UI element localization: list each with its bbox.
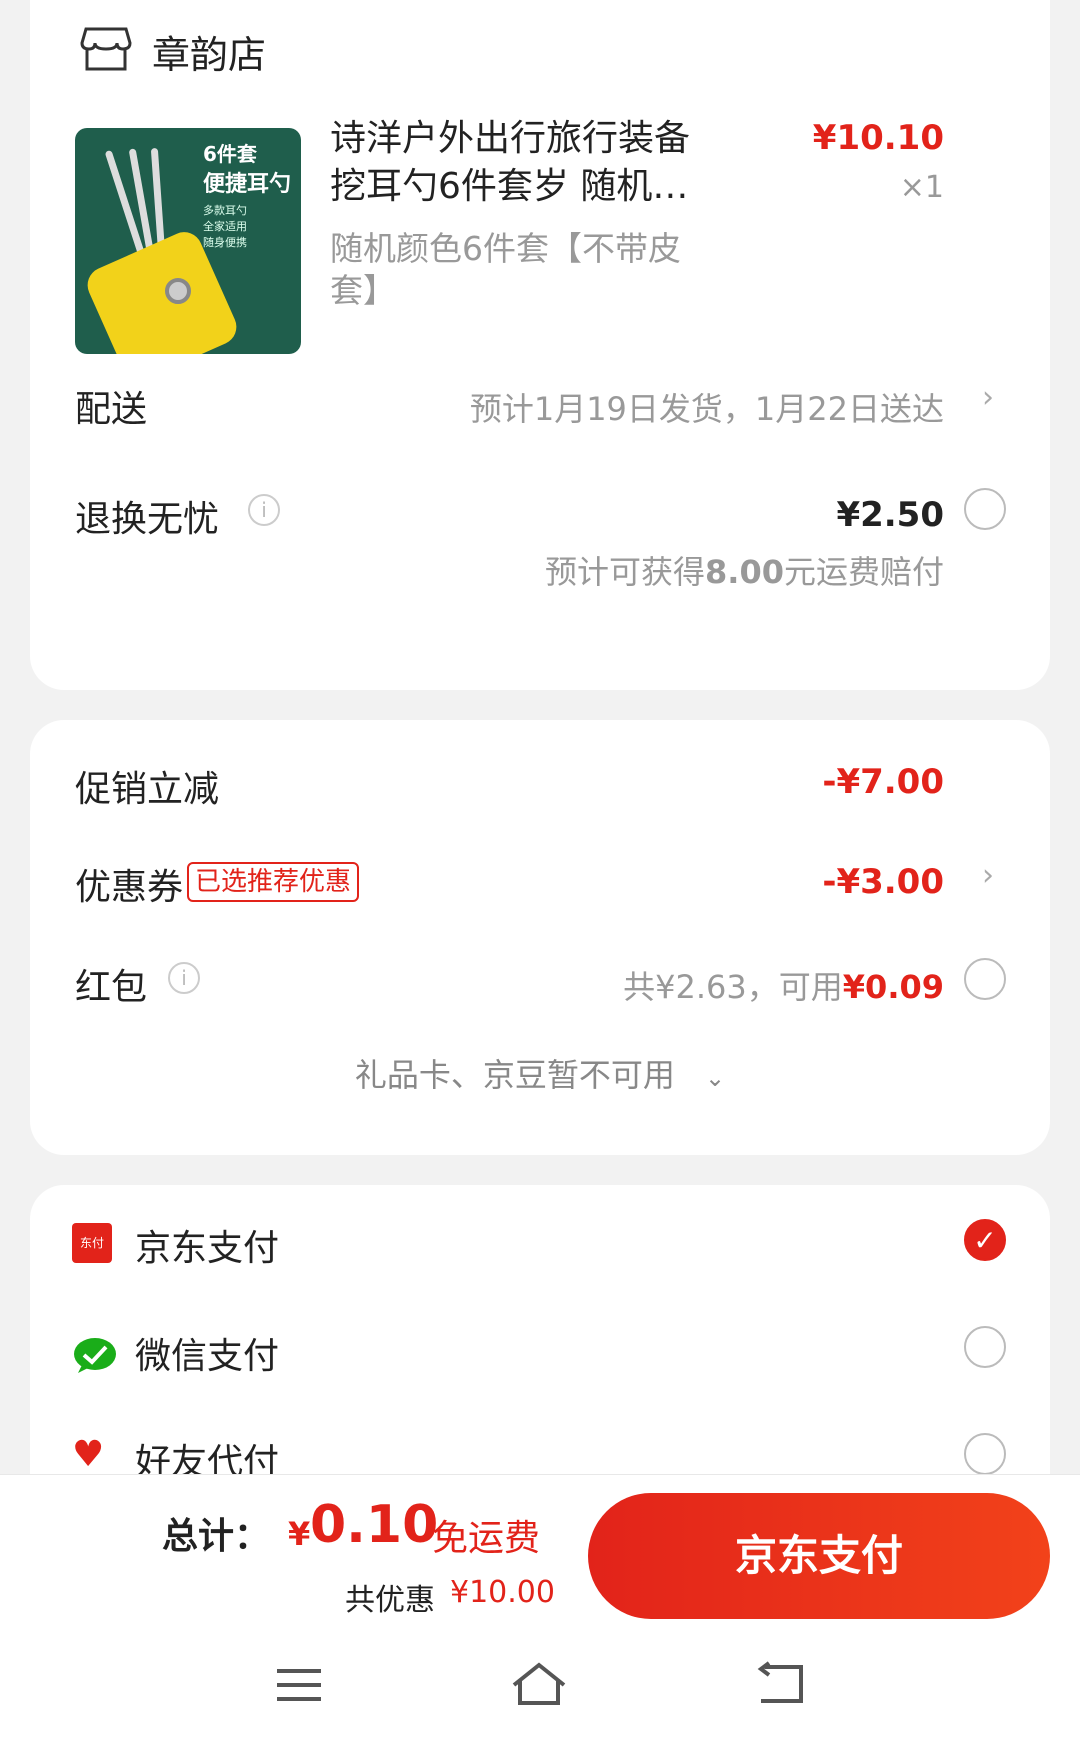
delivery-estimate[interactable]: 预计1月19日发货，1月22日送达 bbox=[470, 384, 944, 430]
return-service-label: 退换无忧 bbox=[75, 499, 220, 540]
note-suffix: 元运费赔付 bbox=[783, 553, 944, 591]
total-label: 总计： bbox=[162, 1516, 271, 1557]
promo-label: 促销立减 bbox=[75, 769, 220, 810]
payment-radio-jd[interactable]: ✓ bbox=[964, 1219, 1006, 1261]
note-amount: 8.00 bbox=[705, 553, 784, 591]
image-count-text: 6件套 bbox=[203, 142, 257, 166]
discount-card: 促销立减 -¥7.00 优惠券 已选推荐优惠 -¥3.00 › 红包 i 共¥2… bbox=[30, 720, 1050, 1155]
redpacket-total: 共¥2.63，可用 bbox=[623, 968, 843, 1006]
payment-method-label[interactable]: 京东支付 bbox=[135, 1219, 279, 1271]
return-service-note: 预计可获得8.00元运费赔付 bbox=[545, 547, 944, 593]
coupon-label: 优惠券 bbox=[75, 867, 184, 908]
total-currency: ¥ bbox=[288, 1515, 311, 1553]
chevron-down-icon: ⌄ bbox=[705, 1064, 726, 1092]
info-icon[interactable]: i bbox=[248, 494, 280, 526]
checkout-bar: 总计： ¥ 0.10 免运费 共优惠 ¥10.00 京东支付 bbox=[0, 1474, 1080, 1756]
redpacket-label: 红包 bbox=[75, 967, 148, 1008]
home-icon[interactable] bbox=[510, 1661, 568, 1707]
total-value: 0.10 bbox=[310, 1495, 439, 1555]
payment-radio-friend[interactable] bbox=[964, 1433, 1006, 1475]
wechat-icon bbox=[74, 1338, 116, 1373]
note-prefix: 预计可获得 bbox=[545, 553, 706, 591]
redpacket-summary: 共¥2.63，可用¥0.09 bbox=[623, 962, 944, 1008]
pay-button[interactable]: 京东支付 bbox=[588, 1493, 1050, 1619]
delivery-label: 配送 bbox=[75, 389, 148, 430]
shipping-note: 免运费 bbox=[432, 1518, 541, 1559]
redpacket-radio[interactable] bbox=[964, 958, 1006, 1000]
product-title[interactable]: 诗洋户外出行旅行装备挖耳勺6件套岁 随机… bbox=[330, 115, 715, 211]
payment-radio-wechat[interactable] bbox=[964, 1326, 1006, 1368]
order-card: 章韵店 6件套 便捷耳勺 多款耳勺 全家适用 随身便携 诗洋户外出行旅行装备挖耳… bbox=[30, 0, 1050, 690]
return-service-price: ¥2.50 bbox=[836, 495, 944, 535]
store-name[interactable]: 章韵店 bbox=[152, 24, 266, 79]
image-feature: 多款耳勺 bbox=[203, 204, 247, 217]
heart-icon: ♥ bbox=[72, 1434, 105, 1475]
image-feature: 全家适用 bbox=[203, 220, 247, 233]
image-feature: 随身便携 bbox=[203, 236, 247, 249]
saved-label: 共优惠 bbox=[345, 1583, 435, 1618]
return-service-radio[interactable] bbox=[964, 488, 1006, 530]
product-price: ¥10.10 bbox=[812, 118, 944, 158]
product-image[interactable]: 6件套 便捷耳勺 多款耳勺 全家适用 随身便携 bbox=[75, 128, 301, 354]
saved-value: ¥10.00 bbox=[450, 1575, 555, 1610]
coupon-value[interactable]: -¥3.00 bbox=[822, 862, 944, 902]
image-name-text: 便捷耳勺 bbox=[203, 172, 292, 197]
back-icon[interactable] bbox=[755, 1661, 805, 1707]
unavailable-text: 礼品卡、京豆暂不可用 bbox=[354, 1056, 675, 1094]
redpacket-usable: ¥0.09 bbox=[842, 968, 944, 1006]
menu-icon[interactable] bbox=[275, 1665, 323, 1705]
jd-pay-icon: 东付 bbox=[72, 1223, 112, 1263]
pouch-button-graphic bbox=[165, 278, 191, 304]
info-icon[interactable]: i bbox=[168, 962, 200, 994]
payment-method-label[interactable]: 微信支付 bbox=[135, 1327, 279, 1379]
store-icon bbox=[80, 27, 132, 71]
promo-value: -¥7.00 bbox=[822, 762, 944, 802]
unavailable-toggle[interactable]: 礼品卡、京豆暂不可用 ⌄ bbox=[30, 1050, 1050, 1096]
chevron-right-icon[interactable]: › bbox=[982, 380, 994, 415]
coupon-badge: 已选推荐优惠 bbox=[187, 862, 360, 902]
product-quantity: ×1 bbox=[899, 170, 944, 205]
chevron-right-icon[interactable]: › bbox=[982, 858, 994, 893]
product-spec: 随机颜色6件套【不带皮套】 bbox=[330, 229, 681, 310]
